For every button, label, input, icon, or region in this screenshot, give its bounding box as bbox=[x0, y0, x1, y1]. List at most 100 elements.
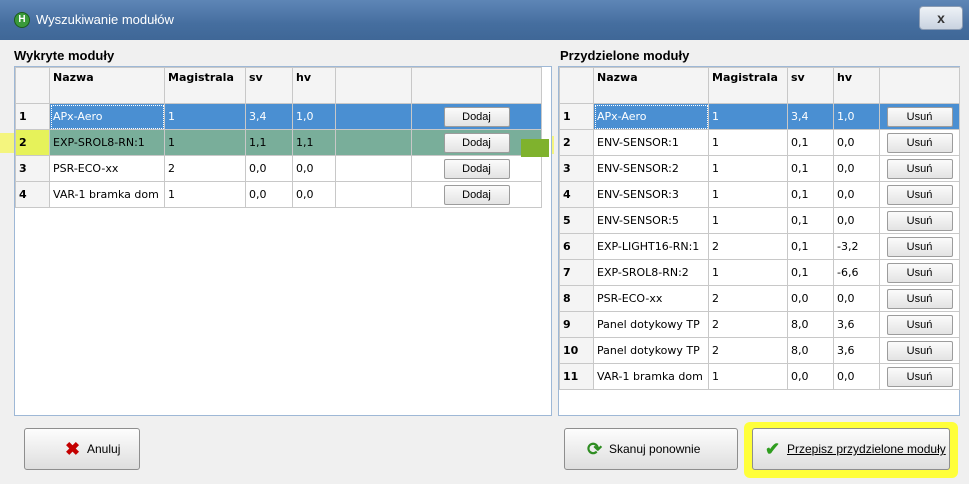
module-bus: 1 bbox=[708, 259, 788, 286]
checkmark-icon: ✔ bbox=[765, 439, 781, 459]
highlight-marker-left bbox=[0, 133, 14, 153]
action-cell: Dodaj bbox=[411, 181, 542, 208]
module-hv: 1,0 bbox=[292, 103, 336, 130]
header-hv[interactable]: hv bbox=[292, 67, 336, 104]
footer-bar: ✖ Anuluj ⟳ Skanuj ponownie ✔ Przepisz pr… bbox=[8, 422, 961, 478]
module-sv: 0,1 bbox=[787, 181, 834, 208]
table-row[interactable]: 4 VAR-1 bramka dom 1 0,0 0,0 Dodaj bbox=[15, 181, 542, 208]
detected-modules-grid[interactable]: Nazwa Magistrala sv hv 1 APx-Aero 1 3,4 … bbox=[14, 66, 552, 416]
module-name[interactable]: EXP-LIGHT16-RN:1 bbox=[593, 233, 709, 260]
remove-button[interactable]: Usuń bbox=[886, 236, 953, 257]
action-cell: Dodaj bbox=[411, 155, 542, 182]
module-name[interactable]: VAR-1 bramka dom bbox=[49, 181, 165, 208]
table-row[interactable]: 8 PSR-ECO-xx 2 0,0 0,0 Usuń bbox=[559, 285, 960, 312]
copy-assigned-button[interactable]: ✔ Przepisz przydzielone moduły bbox=[752, 428, 950, 470]
header-empty bbox=[335, 67, 412, 104]
module-name[interactable]: EXP-SROL8-RN:2 bbox=[593, 259, 709, 286]
table-row[interactable]: 9 Panel dotykowy TP 2 8,0 3,6 Usuń bbox=[559, 311, 960, 338]
close-button[interactable]: x bbox=[919, 6, 963, 30]
remove-button[interactable]: Usuń bbox=[886, 366, 953, 387]
header-bus[interactable]: Magistrala bbox=[708, 67, 788, 104]
copy-assigned-label: Przepisz przydzielone moduły bbox=[787, 442, 946, 456]
module-hv: 3,6 bbox=[833, 311, 880, 338]
table-row[interactable]: 5 ENV-SENSOR:5 1 0,1 0,0 Usuń bbox=[559, 207, 960, 234]
row-number: 1 bbox=[15, 103, 50, 130]
module-hv: -3,2 bbox=[833, 233, 880, 260]
remove-button[interactable]: Usuń bbox=[886, 340, 953, 361]
remove-button[interactable]: Usuń bbox=[886, 106, 953, 127]
window-title: Wyszukiwanie modułów bbox=[36, 12, 174, 27]
module-sv: 0,0 bbox=[245, 155, 293, 182]
add-button[interactable]: Dodaj bbox=[443, 158, 510, 179]
table-row[interactable]: 1 APx-Aero 1 3,4 1,0 Dodaj bbox=[15, 103, 542, 130]
module-sv: 0,1 bbox=[787, 259, 834, 286]
remove-button[interactable]: Usuń bbox=[886, 158, 953, 179]
module-name[interactable]: PSR-ECO-xx bbox=[593, 285, 709, 312]
module-sv: 3,4 bbox=[245, 103, 293, 130]
module-bus: 1 bbox=[708, 155, 788, 182]
header-sv[interactable]: sv bbox=[787, 67, 834, 104]
add-button[interactable]: Dodaj bbox=[443, 184, 510, 205]
module-name[interactable]: APx-Aero bbox=[593, 103, 709, 130]
remove-button[interactable]: Usuń bbox=[886, 132, 953, 153]
detected-modules-label: Wykryte moduły bbox=[14, 48, 115, 63]
module-name[interactable]: ENV-SENSOR:5 bbox=[593, 207, 709, 234]
remove-button[interactable]: Usuń bbox=[886, 184, 953, 205]
row-marker bbox=[521, 139, 549, 157]
action-cell: Usuń bbox=[879, 259, 960, 286]
cancel-label: Anuluj bbox=[87, 442, 121, 456]
table-row[interactable]: 1 APx-Aero 1 3,4 1,0 Usuń bbox=[559, 103, 960, 130]
module-name[interactable]: Panel dotykowy TP bbox=[593, 311, 709, 338]
module-name[interactable]: Panel dotykowy TP bbox=[593, 337, 709, 364]
module-name[interactable]: EXP-SROL8-RN:1 bbox=[49, 129, 165, 156]
module-bus: 2 bbox=[708, 233, 788, 260]
title-bar[interactable]: H Wyszukiwanie modułów x bbox=[0, 0, 969, 40]
module-name[interactable]: VAR-1 bramka dom bbox=[593, 363, 709, 390]
table-row[interactable]: 4 ENV-SENSOR:3 1 0,1 0,0 Usuń bbox=[559, 181, 960, 208]
module-name[interactable]: PSR-ECO-xx bbox=[49, 155, 165, 182]
table-row[interactable]: 2 EXP-SROL8-RN:1 1 1,1 1,1 Dodaj bbox=[15, 129, 542, 156]
cancel-icon: ✖ bbox=[65, 439, 81, 459]
module-bus: 1 bbox=[708, 363, 788, 390]
header-name[interactable]: Nazwa bbox=[49, 67, 165, 104]
module-bus: 2 bbox=[708, 285, 788, 312]
table-row[interactable]: 3 ENV-SENSOR:2 1 0,1 0,0 Usuń bbox=[559, 155, 960, 182]
add-button[interactable]: Dodaj bbox=[443, 132, 510, 153]
remove-button[interactable]: Usuń bbox=[886, 262, 953, 283]
remove-button[interactable]: Usuń bbox=[886, 210, 953, 231]
header-action bbox=[879, 67, 960, 104]
table-row[interactable]: 10 Panel dotykowy TP 2 8,0 3,6 Usuń bbox=[559, 337, 960, 364]
remove-button[interactable]: Usuń bbox=[886, 314, 953, 335]
module-hv: 0,0 bbox=[292, 155, 336, 182]
assigned-modules-grid[interactable]: Nazwa Magistrala sv hv 1 APx-Aero 1 3,4 … bbox=[558, 66, 960, 416]
table-row[interactable]: 6 EXP-LIGHT16-RN:1 2 0,1 -3,2 Usuń bbox=[559, 233, 960, 260]
module-hv: 0,0 bbox=[833, 181, 880, 208]
module-sv: 3,4 bbox=[787, 103, 834, 130]
action-cell: Usuń bbox=[879, 129, 960, 156]
module-bus: 1 bbox=[708, 129, 788, 156]
table-row[interactable]: 11 VAR-1 bramka dom 1 0,0 0,0 Usuń bbox=[559, 363, 960, 390]
table-row[interactable]: 7 EXP-SROL8-RN:2 1 0,1 -6,6 Usuń bbox=[559, 259, 960, 286]
module-name[interactable]: ENV-SENSOR:2 bbox=[593, 155, 709, 182]
header-sv[interactable]: sv bbox=[245, 67, 293, 104]
row-number: 7 bbox=[559, 259, 594, 286]
module-sv: 1,1 bbox=[245, 129, 293, 156]
header-bus[interactable]: Magistrala bbox=[164, 67, 246, 104]
table-row[interactable]: 3 PSR-ECO-xx 2 0,0 0,0 Dodaj bbox=[15, 155, 542, 182]
module-sv: 0,0 bbox=[245, 181, 293, 208]
module-name[interactable]: APx-Aero bbox=[49, 103, 165, 130]
module-name[interactable]: ENV-SENSOR:1 bbox=[593, 129, 709, 156]
module-sv: 8,0 bbox=[787, 337, 834, 364]
module-name[interactable]: ENV-SENSOR:3 bbox=[593, 181, 709, 208]
module-bus: 1 bbox=[708, 207, 788, 234]
header-name[interactable]: Nazwa bbox=[593, 67, 709, 104]
add-button[interactable]: Dodaj bbox=[443, 106, 510, 127]
module-sv: 0,1 bbox=[787, 155, 834, 182]
action-cell: Usuń bbox=[879, 233, 960, 260]
module-hv: 3,6 bbox=[833, 337, 880, 364]
remove-button[interactable]: Usuń bbox=[886, 288, 953, 309]
header-hv[interactable]: hv bbox=[833, 67, 880, 104]
rescan-button[interactable]: ⟳ Skanuj ponownie bbox=[564, 428, 738, 470]
cancel-button[interactable]: ✖ Anuluj bbox=[24, 428, 140, 470]
table-row[interactable]: 2 ENV-SENSOR:1 1 0,1 0,0 Usuń bbox=[559, 129, 960, 156]
